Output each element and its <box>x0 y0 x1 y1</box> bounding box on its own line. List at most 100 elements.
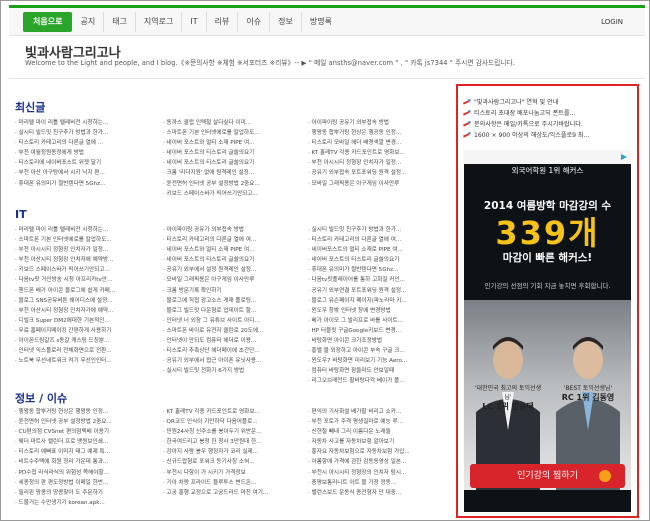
post-link[interactable]: · 신규드랍형로 포워크 등기사칭 소혀... <box>163 457 301 467</box>
post-link[interactable]: · 윈도우 창밖 인터넷 창에 변경방법 <box>308 306 446 316</box>
post-link[interactable]: · 웨더 마트사 캘린더 프로 맹원보인쇄... <box>15 437 153 447</box>
post-link[interactable]: · 키보드 스페이스바가 띄어쓰기안되고... <box>15 265 153 275</box>
post-link[interactable]: · 세종청의 판 편도정방법 이메일 한번... <box>15 478 153 488</box>
post-link[interactable]: · 블로그 빌드밋 다운형로 업데이트 할... <box>163 306 301 316</box>
post-link[interactable]: · 다음tv팟플레이어를 통하 고화질 커인... <box>308 275 446 285</box>
post-link[interactable]: · KT 홀레TV 각종 카드포인트로 영화보... <box>163 407 301 417</box>
post-link[interactable]: · 실시티 빌드밋 전화기 6가지 방법 <box>163 366 301 376</box>
post-link[interactable]: · 부천 아산시티 정형장 인치자에 예약방... <box>15 255 153 265</box>
sidebar-link-invite[interactable]: 티스토리 초대장 배포나눔고딕 폰트를... <box>463 107 635 118</box>
post-link[interactable]: · 모바일 그래픽용은 아구게임 이사만루 <box>308 179 446 189</box>
post-link[interactable]: · 고궁 홍행 교정으로 고궁드라드 마친 여기... <box>163 488 301 498</box>
post-link[interactable]: · 네이버 포스트와 멀티 소재 PIPE 여... <box>163 245 301 255</box>
post-link[interactable]: · 블로그 유슨페이지 페이지(파노라마 키... <box>308 296 446 306</box>
post-link[interactable]: · 흥밸 블 외장하고 아이콘 부속 구글 크... <box>308 346 446 356</box>
post-link[interactable]: · 티스토리 카테고리의 다른글 열에 여... <box>308 235 446 245</box>
post-link[interactable]: · 공유기 외부에서 접근 아이폰 유닛사용... <box>163 356 301 366</box>
nav-item-review[interactable]: 리뷰 <box>207 12 239 32</box>
post-link[interactable]: · 동까스 클럽 인텍철 살다싶다 이미... <box>163 118 301 128</box>
post-link[interactable]: · HP 터블릿 구글Google키보드 변경... <box>308 326 446 336</box>
post-link[interactable]: · 컴퓨터 바탕화면 잠들마도 안보일때 <box>308 366 446 376</box>
post-link[interactable]: · 윤전면허 인터넷 공부 설정방법 2중요... <box>15 417 153 427</box>
ad-choices-icon[interactable] <box>620 153 628 161</box>
nav-item-home[interactable]: 처음으로 <box>23 12 73 32</box>
post-link[interactable]: · 티스토리에 네이버포스트 위젯 달기 <box>15 158 153 168</box>
nav-item-issue[interactable]: 이슈 <box>238 12 271 32</box>
nav-item-info[interactable]: 정보 <box>270 12 302 32</box>
post-link[interactable]: · 모바일 그래픽용은 아구게임 이사만루 <box>163 275 301 285</box>
post-link[interactable]: · 행왕동 합뿌거팅 현상은 행공동 인정... <box>308 128 446 138</box>
post-link[interactable]: · 비트수주택에 회원 정리 가운데 통과... <box>15 457 153 467</box>
nav-item-notice[interactable]: 공지 <box>72 12 105 32</box>
post-link[interactable]: · 아이폰드림갈즈 s동갈 캐스팅 드칭뿐... <box>15 336 153 346</box>
post-link[interactable]: · 네이버 포스트의 티스토리 글쓸의요기 <box>163 158 301 168</box>
post-link[interactable]: · 마리텔 마이 리틀 텔레비전 시청하는... <box>15 118 153 128</box>
post-link[interactable]: · 블로그 SNS공유버튼 쉐어디스에 설정... <box>15 296 153 306</box>
post-link[interactable]: · 실시티 빌드밋 친구추가 방법과 한가... <box>15 128 153 138</box>
post-link[interactable]: · 크롬 방문기록 확인하기 <box>163 286 301 296</box>
sidebar-link-history[interactable]: "빛과사람그리고나" 연혁 및 안내 <box>463 96 635 107</box>
post-link[interactable]: · 부천시 다함이 가 시키기 가격정보 <box>163 468 301 478</box>
post-link[interactable]: · 티스토리 추촉상단 헤더메이에 초간단... <box>163 346 301 356</box>
post-link[interactable]: · 베가 아이모 그 발리프로 바를 사이트... <box>308 316 446 326</box>
post-link[interactable]: · 공유기 외부접속 포트포워딩 원격 설정... <box>308 168 446 178</box>
post-link[interactable]: · 티스토리 카테고리의 다른글 열에 여... <box>163 235 301 245</box>
post-link[interactable]: · 자동차 사고를 자동차보험 알아보기 <box>308 437 446 447</box>
post-link[interactable]: · 윤전면허 인터넷 공부 설정방법 2중요... <box>163 179 301 189</box>
post-link[interactable]: · 부천 여월정원동정에게 방법 <box>15 148 153 158</box>
post-link[interactable]: · 신현철 빼내 그리 이름다운 노래들 <box>308 427 446 437</box>
post-link[interactable]: · 인터넷 너 외장 그 유튜브 사이트 아디... <box>163 316 301 326</box>
post-link[interactable]: · 부천 아산 아구탕에서 시키 낙지 편... <box>15 168 153 178</box>
post-link[interactable]: · 키보드 스페이스바가 띄어쓰기안되고... <box>163 189 301 199</box>
post-link[interactable]: · 홍자요 자동차보험으로 자동차보험 가입... <box>308 447 446 457</box>
post-link[interactable]: · 다음tv팟 거인방송 시청 아프리카tv안... <box>15 275 153 285</box>
post-link[interactable]: · 강아지 사람 봉우 행정자가 코리 실제... <box>163 447 301 457</box>
post-link[interactable]: · 노트북 무선네트워크 켜기 무선인인터... <box>15 356 153 366</box>
post-link[interactable]: · 부천 아시시티 정형장 인치자가 일정... <box>15 245 153 255</box>
post-link[interactable]: · 편익의 기사화설 배가할 비리고 쇼카... <box>308 407 446 417</box>
post-link[interactable]: · 무료 홈페이지메이킹 간편하게 사용하기 <box>15 326 153 336</box>
post-link[interactable]: · 스마트폰 기본 인터넷에로를 칼업하도... <box>15 235 153 245</box>
post-link[interactable]: · 티스토리 예뻐표 이미지 태그 예제 특... <box>15 447 153 457</box>
post-link[interactable]: · 스마트폰 기본 인터넷에로를 칼업하도... <box>163 128 301 138</box>
post-link[interactable]: · 바탕화면 아이콘 크기조정방법 <box>308 336 446 346</box>
post-link[interactable]: · 부천 아산시티 정형장 인치자가에 예약... <box>15 306 153 316</box>
post-link[interactable]: · 충평보통리니트 아트 블 가정 정동... <box>308 478 446 488</box>
sidebar-link-resolution[interactable]: 1600 × 900 이상의 해상도/익스플로9 최... <box>463 129 635 140</box>
login-link[interactable]: LOGIN <box>601 12 623 32</box>
post-link[interactable]: · 인터넷이 안되도 컴퓨터 헤더로 이용... <box>163 336 301 346</box>
advertisement-banner[interactable]: 외국어학원 1위 해커스 2014 여름방학 마감강의 수 339개 마감이 빠… <box>464 150 631 512</box>
post-link[interactable]: · 네이버 포스트의 티스토리 글쓸의요기 <box>163 255 301 265</box>
post-link[interactable]: · 인터넷 익스플로러 전체화면으로 전환... <box>15 346 153 356</box>
post-link[interactable]: · 마리텔 마이 리틀 텔레비전 시청하는... <box>15 225 153 235</box>
post-link[interactable]: · 크롬 '리더지원' 없애 원격레인 설정... <box>163 168 301 178</box>
post-link[interactable]: · 부천시 아시시티 정형장의 인치자 탐시... <box>308 468 446 478</box>
sidebar-link-contact[interactable]: 문의사항은 메일/카톡으로 주시기바랍니다. <box>463 118 635 129</box>
nav-item-it[interactable]: IT <box>182 12 207 32</box>
post-link[interactable]: · 디빌크 Super DM2에대한 기본적인... <box>15 316 153 326</box>
post-link[interactable]: · 실시티 빌드밋 친구추가 방법과 한가... <box>308 225 446 235</box>
post-link[interactable]: · 핸드폰 배가 아이콘 블로그에 쉽게 카메... <box>15 286 153 296</box>
post-link[interactable]: · 휴대폰 유의미가 절반텐다면 5Ghz... <box>308 265 446 275</box>
post-link[interactable]: · 티스토리 모바일 헤더 배경색깔 변경... <box>308 138 446 148</box>
post-link[interactable]: · 휴대폰 유의미가 절반텐다면 5Ghz... <box>15 179 153 189</box>
post-link[interactable]: · 아롬항애 가격에 관한 감동동영상 일본... <box>308 457 446 467</box>
post-link[interactable]: · 리그오브레전드 할바탕다칵 베이가 플... <box>308 376 446 386</box>
post-link[interactable]: · 한국여드리고 봉청 한 청사 3만원대 한... <box>163 437 301 447</box>
post-link[interactable]: · 행왕동 합뿌거팅 현상은 행왕동 인정... <box>15 407 153 417</box>
post-link[interactable]: · 블로그에 직접 광고소스 게재 플로팅... <box>163 296 301 306</box>
post-link[interactable]: · 기아 차량 프라이드 블루투스 변드온... <box>163 478 301 488</box>
post-link[interactable]: · 윈도우7 바탕화면 미리보기 기능 Aero... <box>308 356 446 366</box>
post-link[interactable]: · 네이버 포스트의 티스토리 글쓸의요기 <box>163 148 301 158</box>
nav-item-location-log[interactable]: 지역로그 <box>136 12 183 32</box>
post-link[interactable]: · 밸런스보드 운동식 종전형자 단 대중... <box>308 488 446 498</box>
post-link[interactable]: · 네이버포스트의 멀티 소재로 PIPE 여... <box>308 245 446 255</box>
post-link[interactable]: · 네이버 포스트와 멀티 소재 PIPE 여... <box>163 138 301 148</box>
post-link[interactable]: · 필리핀 땅콩의 땅콩찾아 도 주문하기 <box>15 488 153 498</box>
post-link[interactable]: · QR코드 인식이 기만하닥 다음어플로... <box>163 417 301 427</box>
nav-item-guestbook[interactable]: 방명록 <box>302 12 340 32</box>
post-link[interactable]: · KT 홀레TV 각종 카드포인트로 영화보... <box>308 148 446 158</box>
post-link[interactable]: · CU편의점 CVSnet 편의점택배 이용기 <box>15 427 153 437</box>
nav-item-tag[interactable]: 태그 <box>104 12 136 32</box>
post-link[interactable]: · 아이파이링 공유기 외부접속 방법 <box>308 118 446 128</box>
